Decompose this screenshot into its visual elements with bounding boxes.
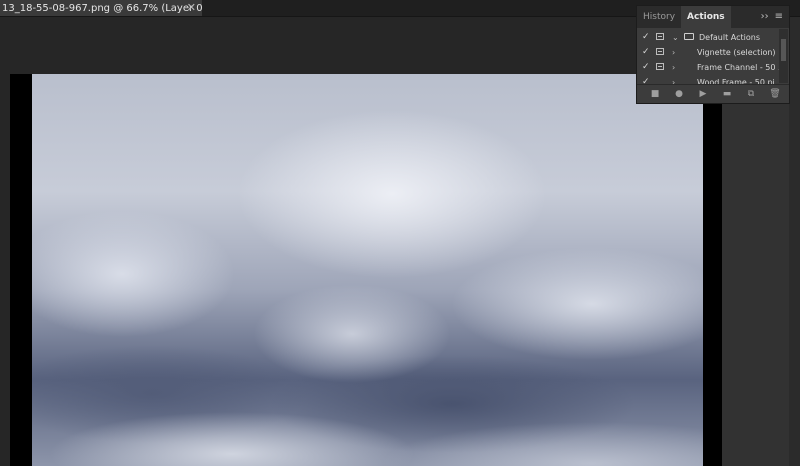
chevron-right-icon[interactable]: ›	[672, 45, 675, 60]
action-label: Wood Frame - 50 pi...	[697, 78, 779, 84]
panel-menu-icon[interactable]: ≡	[775, 6, 783, 28]
dialog-toggle-icon[interactable]	[656, 33, 664, 40]
new-set-icon[interactable]: ▬	[721, 89, 733, 99]
dialog-toggle-icon[interactable]	[656, 63, 664, 70]
dock-scroll-strip[interactable]	[789, 17, 800, 466]
chevron-down-icon[interactable]: ⌄	[672, 30, 679, 45]
play-icon[interactable]: ▶	[697, 89, 709, 99]
action-set-row[interactable]: ✓ ⌄ Default Actions	[637, 30, 779, 45]
delete-icon[interactable]: 🗑	[769, 89, 781, 99]
action-row[interactable]: ✓ › Vignette (selection)	[637, 45, 779, 60]
canvas-image[interactable]	[32, 74, 703, 466]
document-tab-title: 13_18-55-08-967.png @ 66.7% (Layer 0, RG…	[2, 2, 202, 14]
collapse-icon[interactable]: ››	[761, 6, 769, 28]
scrollbar-thumb[interactable]	[781, 39, 786, 61]
actions-panel: History Actions ›› ≡ ✓ ⌄ Default Actions…	[636, 5, 790, 104]
check-icon[interactable]: ✓	[642, 45, 650, 60]
panel-footer-toolbar: ■ ● ▶ ▬ ⧉ 🗑	[637, 84, 789, 103]
action-label: Frame Channel - 50 ...	[697, 63, 779, 72]
action-row[interactable]: ✓ › Wood Frame - 50 pi...	[637, 75, 779, 84]
chevron-right-icon[interactable]: ›	[672, 60, 675, 75]
actions-list: ✓ ⌄ Default Actions ✓ › Vignette (select…	[637, 30, 779, 84]
tab-actions[interactable]: Actions	[681, 6, 731, 28]
action-set-label: Default Actions	[699, 33, 760, 42]
action-row[interactable]: ✓ › Frame Channel - 50 ...	[637, 60, 779, 75]
tab-history[interactable]: History	[637, 6, 681, 28]
check-icon[interactable]: ✓	[642, 75, 650, 84]
record-icon[interactable]: ●	[673, 89, 685, 99]
folder-icon	[684, 33, 694, 40]
check-icon[interactable]: ✓	[642, 30, 650, 45]
panel-scrollbar[interactable]	[779, 29, 788, 83]
check-icon[interactable]: ✓	[642, 60, 650, 75]
action-label: Vignette (selection)	[697, 48, 776, 57]
chevron-right-icon[interactable]: ›	[672, 75, 675, 84]
stop-icon[interactable]: ■	[649, 89, 661, 99]
dialog-toggle-icon[interactable]	[656, 48, 664, 55]
document-tab[interactable]: 13_18-55-08-967.png @ 66.7% (Layer 0, RG…	[0, 0, 202, 16]
panel-controls: ›› ≡	[761, 6, 783, 28]
new-action-icon[interactable]: ⧉	[745, 89, 757, 99]
close-icon[interactable]: ✕	[187, 1, 196, 14]
